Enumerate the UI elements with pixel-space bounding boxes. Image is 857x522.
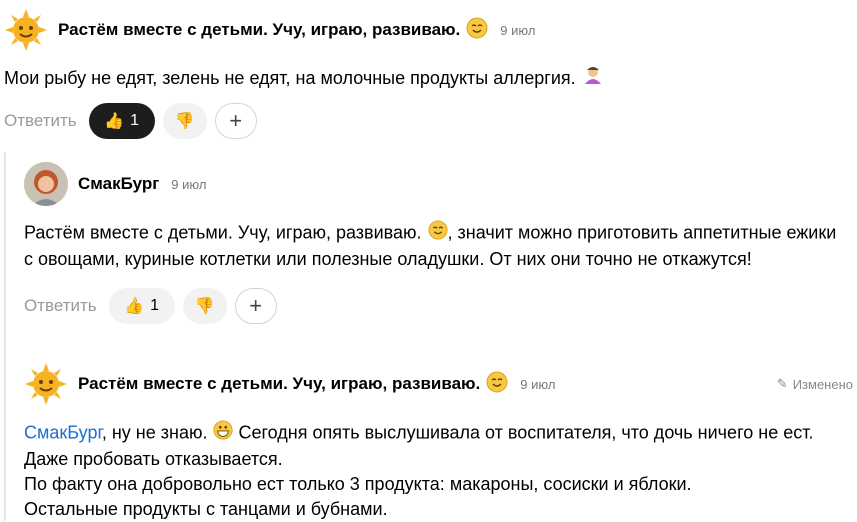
sun-avatar-icon [25,363,67,405]
comment-text: Растём вместе с детьми. Учу, играю, разв… [24,220,837,272]
mention-link[interactable]: СмакБург [24,422,102,442]
comment-text: СмакБург, ну не знаю. Сегодня опять высл… [24,420,833,522]
grinning-face-icon [213,420,234,447]
thumbs-down-icon: 👎 [194,298,215,315]
add-reaction-button[interactable]: + [234,288,277,324]
author-name[interactable]: СмакБург [78,174,159,194]
thumbs-up-icon: 👍 [124,298,145,315]
plus-icon: + [249,293,263,318]
thread-line [4,152,6,521]
avatar[interactable] [24,162,68,206]
hugging-face-icon [486,371,508,398]
like-count: 1 [150,297,160,314]
like-button[interactable]: 👍 1 [88,103,155,139]
thumbs-up-icon: 👍 [104,113,125,130]
author-name[interactable]: Растём вместе с детьми. Учу, играю, разв… [78,374,480,394]
like-count: 1 [130,112,140,129]
comment: СмакБург 9 июл Растём вместе с детьми. У… [24,162,857,324]
comment-date: 9 июл [520,376,556,392]
reply-button[interactable]: Ответить [4,111,77,131]
avatar[interactable] [24,362,68,406]
hugging-face-icon [428,220,448,247]
comment: Растём вместе с детьми. Учу, играю, разв… [24,362,857,522]
avatar[interactable] [4,8,48,52]
comment-date: 9 июл [500,22,536,38]
plus-icon: + [229,108,243,133]
add-reaction-button[interactable]: + [214,103,257,139]
edited-label: Изменено [792,376,853,392]
sun-avatar-icon [5,9,47,51]
dislike-button[interactable]: 👎 [162,103,207,139]
person-shrugging-icon [582,64,604,93]
like-button[interactable]: 👍 1 [108,288,175,324]
comment: Растём вместе с детьми. Учу, играю, разв… [0,8,857,139]
dislike-button[interactable]: 👎 [182,288,227,324]
thumbs-down-icon: 👎 [174,113,195,130]
hugging-face-icon [466,17,488,44]
comment-text: Мои рыбу не едят, зелень не едят, на мол… [4,64,857,93]
edited-indicator: ✎ Изменено [777,376,853,392]
author-name[interactable]: Растём вместе с детьми. Учу, играю, разв… [58,20,460,40]
reply-button[interactable]: Ответить [24,296,97,316]
pencil-icon: ✎ [776,376,788,391]
comment-date: 9 июл [171,176,207,192]
user-photo-icon [24,162,68,206]
